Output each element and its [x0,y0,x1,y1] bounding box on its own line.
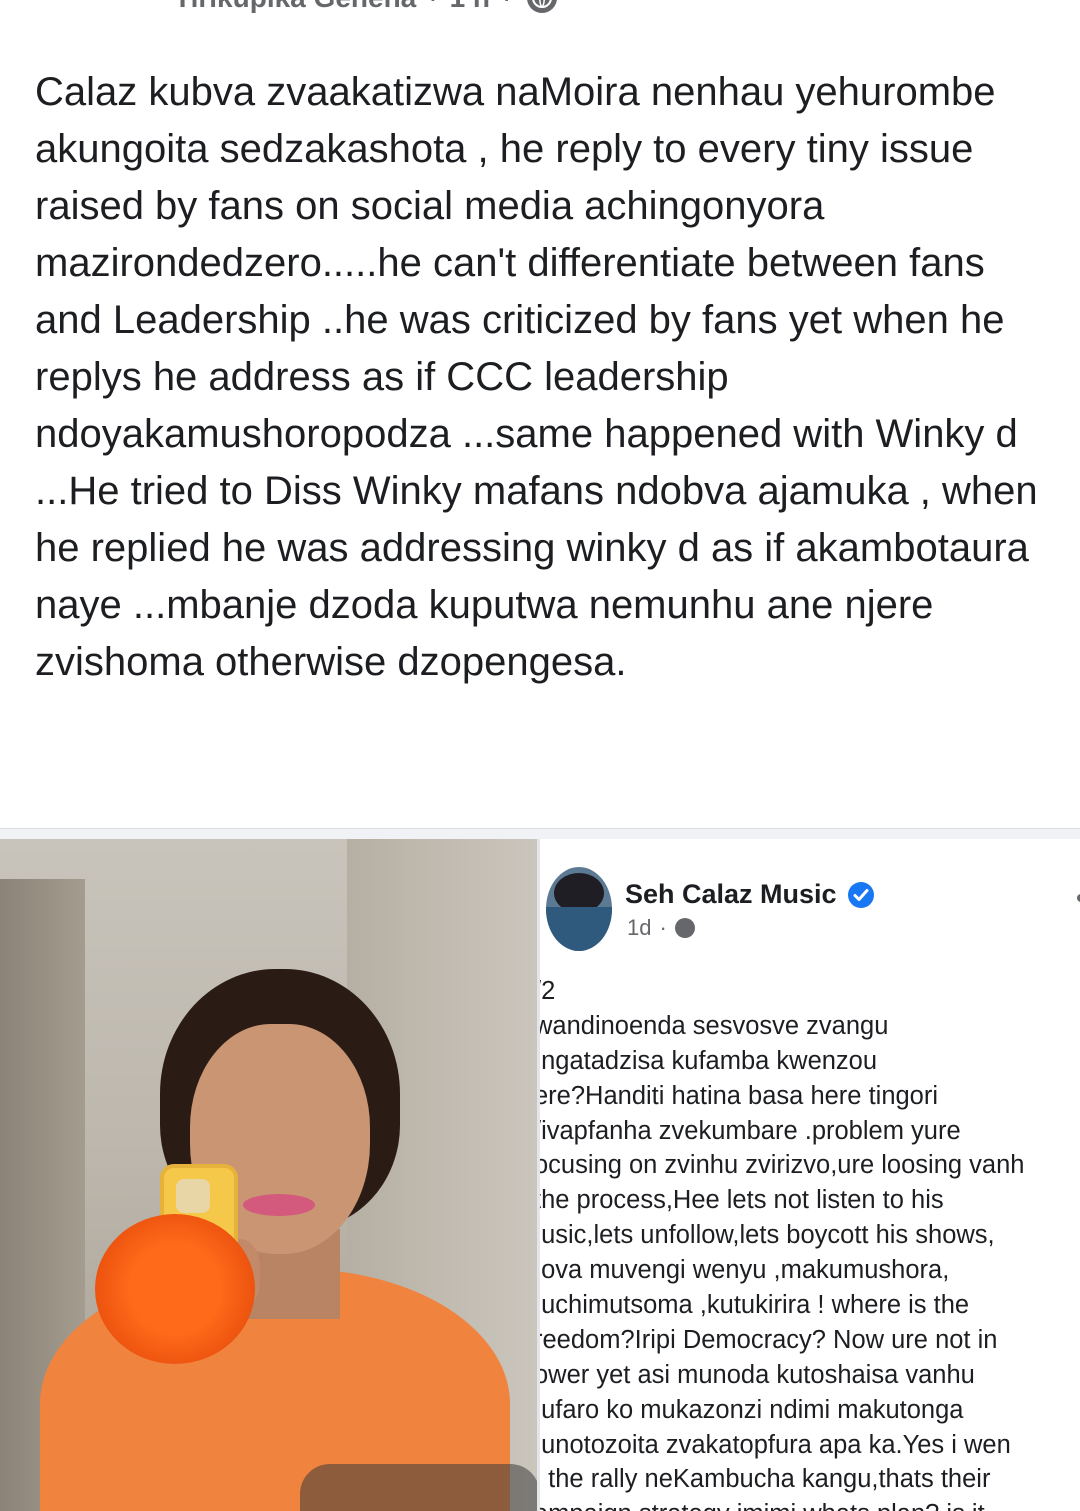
shared-text-line: /2 [540,977,556,1005]
globe-icon [527,0,558,13]
separator-dot: · [428,0,437,14]
shared-text-line: ıunotozoita zvakatopfura apa ka.Yes i we… [537,1430,1011,1459]
shared-text-line: ere?Handiti hatina basa here tingori [537,1081,939,1110]
separator-dot: · [659,915,667,940]
shared-text-line: ıngatadzisa kufamba kwenzou [537,1046,878,1075]
shared-text-line: the process,Hee lets not listen to his [537,1186,944,1215]
shared-text-line: ocusing on zvinhu zvirizvo,ure loosing v… [537,1151,1025,1180]
shared-post-meta: 1d · [627,915,695,941]
photo-overlay-shadow [300,1464,537,1511]
photo-pompom [95,1214,255,1364]
avatar-clothes [546,907,612,951]
shared-text-line: ıuchimutsoma ,kutukirira ! where is the [537,1291,970,1320]
shared-text-line: ampaign strategy imimi whats plan? is it [540,1497,1080,1511]
post-time[interactable]: 1 h [450,0,490,14]
shared-text-line: /ivapfanha zvekumbare .problem yure [537,1116,961,1145]
globe-icon [674,918,695,938]
post-author-name[interactable]: Tirikupika Gehena [174,0,416,14]
post-author-line: Tirikupika Gehena · 1 h · [174,0,558,14]
photo-phone-camera [176,1179,210,1213]
verified-badge-icon [847,881,875,909]
shared-text-line: ıusic,lets unfollow,lets boycott his sho… [537,1221,995,1250]
photo-lips [243,1194,315,1216]
post-photo[interactable] [0,839,537,1511]
shared-page-name-row: Seh Calaz Music [625,879,875,910]
post-body-text: Calaz kubva zvaakatizwa naMoira nenhau y… [35,70,1038,684]
shared-post-time[interactable]: 1d [627,915,651,941]
shared-text-line: :ova muvengi wenyu ,makumushora, [537,1256,950,1285]
separator-dot: · [502,0,511,14]
shared-text-line: reedom?Iripi Democracy? Now ure not in [537,1325,998,1354]
shared-text-line: ıufaro ko mukazonzi ndimi makutonga [537,1395,964,1424]
avatar[interactable] [546,867,612,951]
shared-post-screenshot[interactable]: Seh Calaz Music 1d · /2 wandinoenda sesv… [537,839,1080,1511]
shared-text-line: wandinoenda sesvosve zvangu [537,1011,889,1040]
shared-page-name[interactable]: Seh Calaz Music [625,879,837,910]
shared-text-line: ower yet asi munoda kutoshaisa vanhu [537,1360,975,1389]
post-header: Tirikupika Gehena · 1 h · [0,0,1080,28]
shared-post-text: /2 wandinoenda sesvosve zvangu ıngatadzi… [537,974,1080,1511]
shared-text-line: ı the rally neKambucha kangu,thats their [537,1465,991,1494]
